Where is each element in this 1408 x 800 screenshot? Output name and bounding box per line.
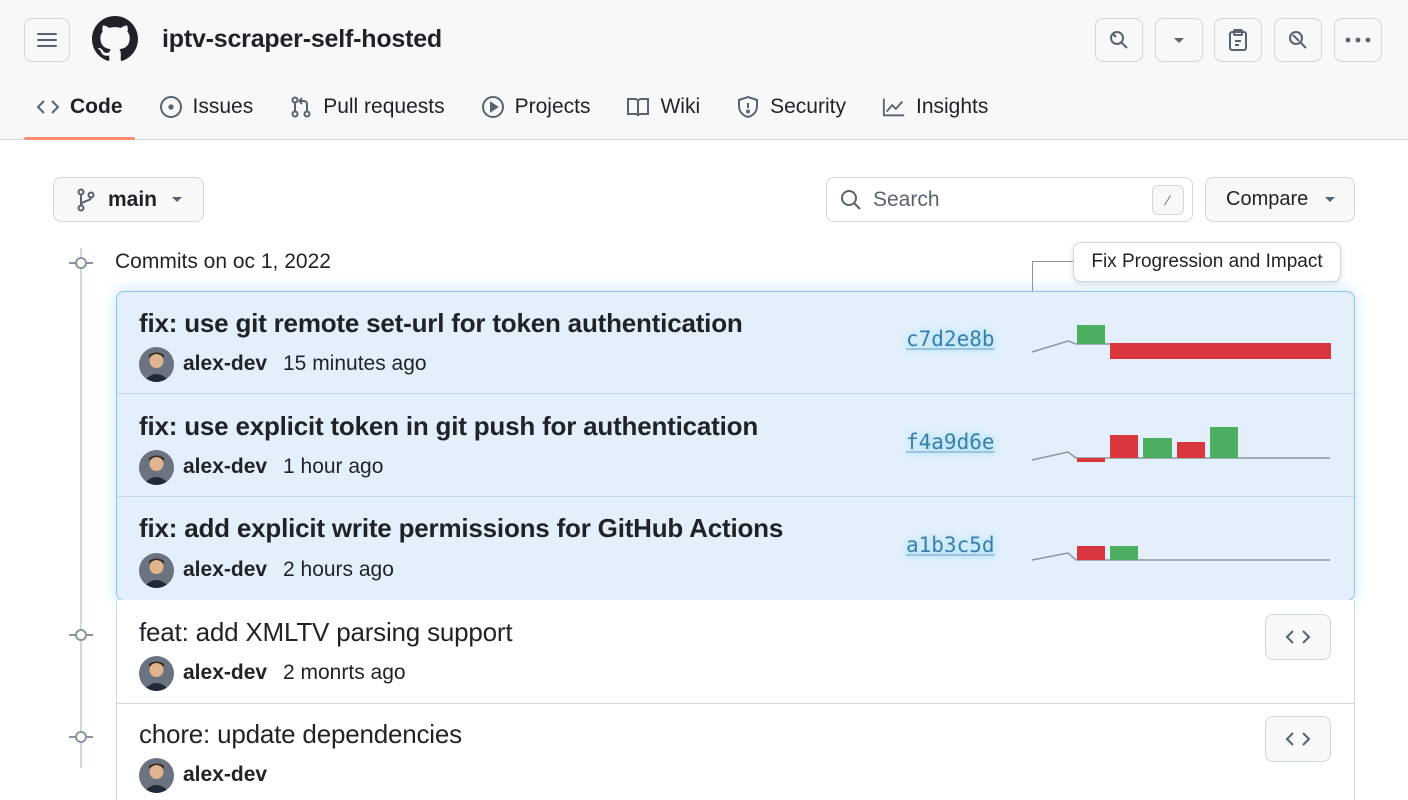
commit-time: 15 minutes ago	[283, 352, 427, 375]
commit-author[interactable]: alex-dev	[183, 763, 267, 787]
commit-author[interactable]: alex-dev	[183, 661, 267, 685]
impact-bar	[1110, 343, 1331, 359]
tab-label: Code	[70, 95, 123, 118]
tab-label: Insights	[915, 95, 989, 118]
kebab-icon	[1345, 37, 1371, 43]
impact-bar	[1110, 546, 1138, 560]
impact-bar	[1110, 435, 1138, 458]
repo-header: iptv-scraper-self-hosted Code Issues Pul…	[0, 0, 1408, 140]
compare-button[interactable]: Compare	[1205, 177, 1355, 222]
chevron-down-icon	[172, 196, 183, 202]
tab-label: Pull requests	[323, 95, 445, 118]
commit-author[interactable]: alex-dev	[183, 558, 267, 582]
commit-message[interactable]: chore: update dependencies	[139, 719, 462, 750]
tab-code[interactable]: Code	[24, 84, 135, 140]
compare-label: Compare	[1226, 188, 1309, 210]
tab-wiki[interactable]: Wiki	[614, 84, 712, 130]
row-divider	[117, 496, 1354, 497]
impact-bar	[1077, 325, 1105, 344]
commit-message[interactable]: fix: add explicit write permissions for …	[139, 513, 783, 544]
row-divider	[117, 393, 1354, 394]
play-icon	[481, 95, 505, 119]
commit-sha-link[interactable]: c7d2e8b	[906, 327, 995, 351]
commit-time: 2 monrts ago	[283, 661, 406, 684]
tab-label: Projects	[514, 95, 591, 118]
browse-code-button[interactable]	[1265, 614, 1331, 660]
repo-name[interactable]: iptv-scraper-self-hosted	[162, 25, 442, 54]
shield-icon	[736, 95, 760, 119]
avatar[interactable]	[139, 553, 174, 588]
commits-date-heading: Commits on oc 1, 2022	[115, 250, 331, 273]
search-icon	[1110, 31, 1128, 49]
tab-label: Wiki	[660, 95, 701, 118]
branch-selector[interactable]: main	[53, 177, 204, 222]
tab-issues[interactable]: Issues	[147, 84, 266, 130]
commit-message[interactable]: fix: use explicit token in git push for …	[139, 411, 758, 442]
avatar[interactable]	[139, 758, 174, 793]
search-icon	[841, 189, 861, 210]
hamburger-icon	[37, 33, 57, 47]
impact-bar	[1210, 427, 1238, 458]
commit-message[interactable]: fix: use git remote set-url for token au…	[139, 308, 743, 339]
impact-bar	[1177, 442, 1205, 458]
impact-sparkline	[1031, 546, 1330, 561]
commit-node-icon	[69, 257, 93, 269]
avatar[interactable]	[139, 656, 174, 691]
tab-projects[interactable]: Projects	[469, 84, 603, 130]
clipboard-button[interactable]	[1214, 18, 1262, 62]
commit-sha-link[interactable]: a1b3c5d	[906, 533, 995, 557]
chevron-down-icon	[1325, 196, 1336, 202]
impact-bar	[1077, 458, 1105, 462]
issue-icon	[159, 95, 183, 119]
commit-time: 2 hours ago	[283, 558, 394, 581]
commit-author[interactable]: alex-dev	[183, 352, 267, 376]
timeline-line	[80, 248, 82, 768]
code-icon	[1285, 732, 1311, 746]
commit-sha-link[interactable]: f4a9d6e	[906, 430, 995, 454]
commit-node-icon	[69, 629, 93, 641]
code-icon	[36, 95, 60, 119]
code-icon	[1285, 630, 1311, 644]
github-logo-icon[interactable]	[92, 16, 138, 62]
book-icon	[626, 95, 650, 119]
commit-message[interactable]: feat: add XMLTV parsing support	[139, 617, 513, 648]
search-action-button[interactable]	[1095, 18, 1143, 62]
tab-pull-requests[interactable]: Pull requests	[277, 84, 456, 130]
commit-author[interactable]: alex-dev	[183, 455, 267, 479]
search-icon	[1289, 31, 1307, 49]
dropdown-button[interactable]	[1155, 18, 1203, 62]
search-code-button[interactable]	[1274, 18, 1322, 62]
commit-node-icon	[69, 731, 93, 743]
callout-label: Fix Progression and Impact	[1073, 242, 1341, 282]
tab-label: Security	[770, 95, 846, 118]
search-box[interactable]: ⁄	[826, 177, 1193, 222]
chevron-down-icon	[1174, 38, 1184, 43]
impact-bar	[1077, 546, 1105, 560]
tab-label: Issues	[192, 95, 254, 118]
avatar[interactable]	[139, 347, 174, 382]
tab-security[interactable]: Security	[724, 84, 858, 130]
impact-sparkline	[1031, 325, 1331, 359]
impact-sparkline	[1031, 427, 1330, 462]
repo-tabs: Code Issues Pull requests Projects Wiki	[24, 84, 1012, 140]
branch-icon	[77, 188, 95, 211]
keyboard-shortcut-hint: ⁄	[1152, 185, 1184, 215]
row-divider	[116, 703, 1355, 704]
graph-icon	[882, 95, 906, 119]
more-options-button[interactable]	[1334, 18, 1382, 62]
pull-request-icon	[289, 95, 313, 119]
menu-button[interactable]	[24, 18, 70, 62]
search-input[interactable]	[873, 187, 1123, 212]
avatar[interactable]	[139, 450, 174, 485]
browse-code-button[interactable]	[1265, 716, 1331, 762]
commit-time: 1 hour ago	[283, 455, 384, 478]
tab-insights[interactable]: Insights	[870, 84, 1000, 130]
branch-name: main	[108, 187, 158, 211]
impact-bar	[1143, 438, 1172, 458]
clipboard-icon	[1229, 29, 1247, 51]
